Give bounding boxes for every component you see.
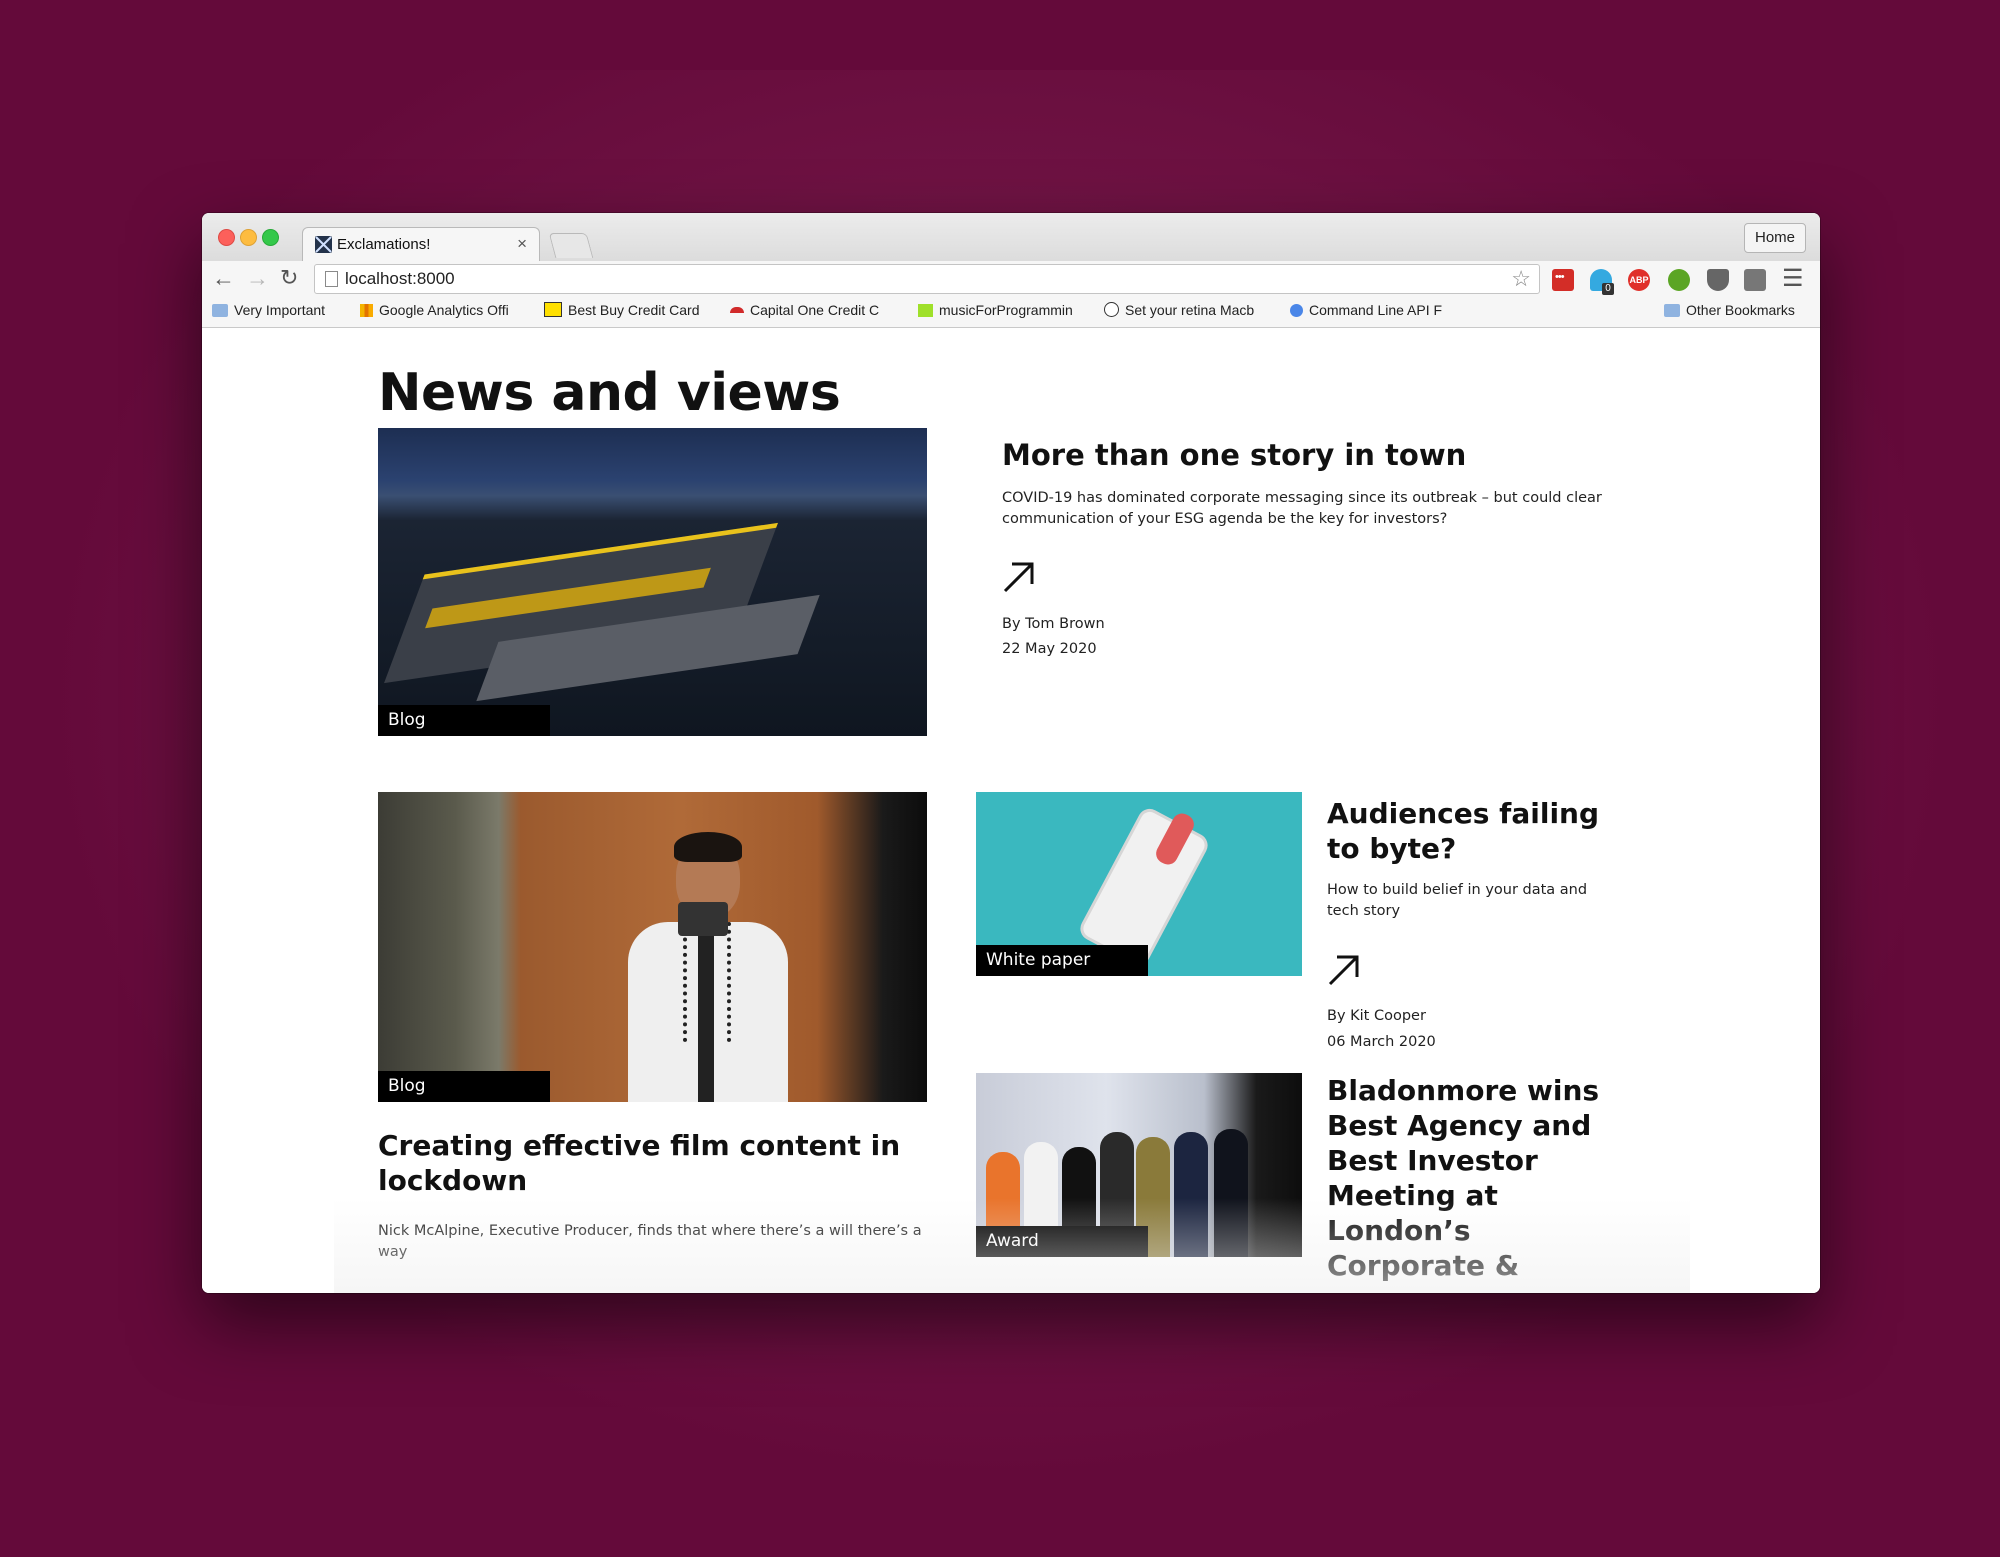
- forward-icon[interactable]: →: [246, 265, 269, 291]
- bookmark-label: Command Line API F: [1309, 302, 1443, 318]
- browser-window: Exclamations! × Home ← → ↻ localhost:800…: [202, 213, 1820, 1293]
- bookmark-best-buy[interactable]: Best Buy Credit Card: [544, 302, 712, 322]
- other-bookmarks-label: Other Bookmarks: [1686, 302, 1795, 318]
- bookmark-retina-macbook[interactable]: Set your retina Macb: [1104, 302, 1272, 322]
- bookmark-star-icon[interactable]: ☆: [1511, 266, 1531, 292]
- bookmark-label: Capital One Credit C: [750, 302, 880, 318]
- new-tab-button[interactable]: [548, 233, 594, 258]
- article-title[interactable]: More than one story in town: [1002, 438, 1466, 472]
- tab-close-icon[interactable]: ×: [517, 234, 527, 254]
- arrow-link-icon[interactable]: [1327, 953, 1361, 987]
- folder-icon: [212, 304, 228, 317]
- evernote-icon[interactable]: [1668, 269, 1690, 291]
- article-image-warehouse[interactable]: Blog: [378, 428, 927, 736]
- bestbuy-icon: [544, 302, 562, 317]
- page-title: News and views: [378, 363, 841, 423]
- title-bar: Exclamations! × Home: [202, 213, 1820, 262]
- category-tag: White paper: [976, 945, 1148, 976]
- close-window-button[interactable]: [218, 229, 235, 246]
- category-tag: Award: [976, 1226, 1148, 1257]
- bookmark-label: Google Analytics Offi: [379, 302, 509, 318]
- url-text[interactable]: localhost:8000: [345, 269, 455, 289]
- bookmark-music-for-programming[interactable]: musicForProgrammin: [918, 302, 1088, 322]
- browser-tab[interactable]: Exclamations! ×: [302, 227, 540, 262]
- lastpass-icon[interactable]: [1552, 269, 1574, 291]
- bookmark-label: Best Buy Credit Card: [568, 302, 700, 318]
- analytics-icon: [360, 304, 373, 317]
- bookmark-label: Very Important: [234, 302, 326, 318]
- article-author: By Kit Cooper: [1327, 1008, 1426, 1024]
- article-description: COVID-19 has dominated corporate messagi…: [1002, 490, 1602, 527]
- article-image-phone[interactable]: White paper: [976, 792, 1302, 976]
- article-description: How to build belief in your data and tec…: [1327, 882, 1588, 919]
- person-hair: [674, 832, 742, 862]
- category-tag: Blog: [378, 705, 550, 736]
- article-date: 06 March 2020: [1327, 1034, 1436, 1050]
- reload-icon[interactable]: ↻: [280, 265, 298, 291]
- group-person: [1214, 1129, 1248, 1257]
- bookmark-very-important[interactable]: Very Important: [212, 302, 346, 322]
- article-image-award[interactable]: Award: [976, 1073, 1302, 1257]
- ghostery-count-badge: 0: [1602, 283, 1614, 295]
- bookmarks-bar: Very Important Google Analytics Offi Bes…: [202, 297, 1820, 328]
- other-bookmarks[interactable]: Other Bookmarks: [1664, 302, 1814, 322]
- folder-icon: [1664, 304, 1680, 317]
- tab-title: Exclamations!: [337, 236, 431, 253]
- group-person: [1174, 1132, 1208, 1257]
- page-icon: [325, 271, 338, 287]
- article-title[interactable]: Creating effective film content in lockd…: [378, 1128, 918, 1198]
- zoom-window-button[interactable]: [262, 229, 279, 246]
- music-icon: [918, 304, 933, 317]
- bookmark-label: Set your retina Macb: [1125, 302, 1255, 318]
- bookmark-label: musicForProgrammin: [939, 302, 1073, 318]
- article-date: 22 May 2020: [1002, 641, 1097, 657]
- browser-toolbar: ← → ↻ localhost:8000 ☆ 0 ABP ☰: [202, 261, 1820, 297]
- article-title[interactable]: Bladonmore wins Best Agency and Best Inv…: [1327, 1073, 1627, 1283]
- gear-icon: [1290, 304, 1303, 317]
- back-icon[interactable]: ←: [212, 265, 235, 291]
- page-content: News and views Blog More than one story …: [202, 328, 1820, 1293]
- mail-icon[interactable]: [1744, 269, 1766, 291]
- capitalone-icon: [730, 307, 744, 313]
- home-button[interactable]: Home: [1743, 223, 1806, 253]
- article-image-filming[interactable]: Blog: [378, 792, 927, 1102]
- category-tag: Blog: [378, 1071, 550, 1102]
- reddit-icon: [1104, 302, 1119, 317]
- menu-icon[interactable]: ☰: [1782, 267, 1804, 291]
- minimize-window-button[interactable]: [240, 229, 257, 246]
- article-description: Nick McAlpine, Executive Producer, finds…: [378, 1223, 922, 1260]
- article-title[interactable]: Audiences failing to byte?: [1327, 796, 1617, 866]
- bookmark-google-analytics[interactable]: Google Analytics Offi: [360, 302, 526, 322]
- address-bar[interactable]: localhost:8000 ☆: [314, 264, 1540, 294]
- arrow-link-icon[interactable]: [1002, 560, 1036, 594]
- tab-favicon-icon: [315, 236, 332, 253]
- tripod-shape: [683, 922, 731, 1042]
- bookmark-command-line-api[interactable]: Command Line API F: [1290, 302, 1462, 322]
- adblock-icon[interactable]: ABP: [1628, 269, 1650, 291]
- article-author: By Tom Brown: [1002, 616, 1105, 632]
- bookmark-capital-one[interactable]: Capital One Credit C: [730, 302, 898, 322]
- phone-shape: [678, 902, 728, 936]
- pocket-icon[interactable]: [1707, 269, 1729, 291]
